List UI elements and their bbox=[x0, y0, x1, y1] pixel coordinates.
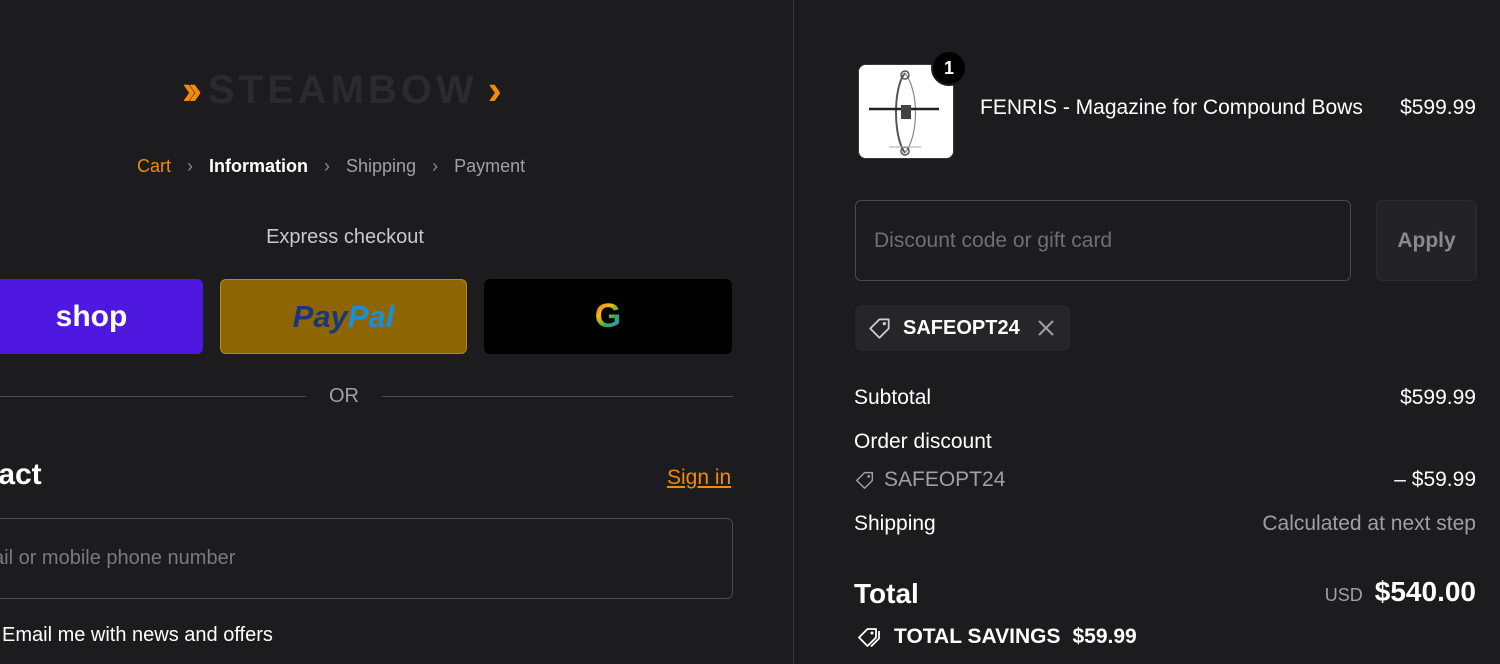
discount-code-field[interactable] bbox=[855, 200, 1351, 281]
chevron-right-icon: › bbox=[187, 156, 194, 176]
total-savings: TOTAL SAVINGS $59.99 bbox=[856, 624, 1137, 650]
apply-button[interactable]: Apply bbox=[1376, 200, 1477, 281]
order-discount-row: Order discount bbox=[854, 430, 1476, 454]
divider-line bbox=[0, 396, 306, 397]
subtotal-row: Subtotal $599.99 bbox=[854, 386, 1476, 410]
product-name: FENRIS - Magazine for Compound Bows bbox=[980, 96, 1363, 119]
sign-in-link[interactable]: Sign in bbox=[667, 466, 731, 490]
shop-pay-logo: shop bbox=[55, 299, 128, 333]
paypal-logo: PayPal bbox=[292, 298, 395, 334]
shipping-row: Shipping Calculated at next step bbox=[854, 512, 1476, 536]
currency-code: USD bbox=[1324, 585, 1363, 605]
breadcrumb: Cart › Information › Shipping › Payment bbox=[137, 156, 525, 177]
logo-wordmark: STEAMBOW bbox=[207, 68, 478, 112]
chevron-right-icon: › bbox=[432, 156, 439, 176]
shop-pay-button[interactable]: shop bbox=[0, 279, 203, 354]
chevron-right-icon: › bbox=[324, 156, 331, 176]
google-icon: G bbox=[594, 297, 622, 335]
shipping-label: Shipping bbox=[854, 512, 936, 535]
express-checkout-label: Express checkout bbox=[266, 226, 424, 248]
or-text: OR bbox=[329, 385, 359, 407]
logo-chevrons-icon: ›› bbox=[182, 66, 202, 113]
discount-code-text: SAFEOPT24 bbox=[884, 468, 1006, 491]
breadcrumb-information: Information bbox=[209, 156, 309, 176]
paypal-button[interactable]: PayPal bbox=[220, 279, 467, 354]
tags-icon bbox=[858, 628, 880, 648]
discount-code-input[interactable] bbox=[856, 201, 1350, 280]
shipping-value: Calculated at next step bbox=[1262, 512, 1476, 535]
news-offers-label[interactable]: Email me with news and offers bbox=[2, 624, 273, 647]
breadcrumb-payment: Payment bbox=[454, 156, 526, 176]
savings-label: TOTAL SAVINGS bbox=[894, 625, 1061, 648]
order-summary: 1 FENRIS - Magazine for Compound Bows $5… bbox=[794, 0, 1500, 664]
divider-line bbox=[382, 396, 733, 397]
breadcrumb-cart[interactable]: Cart bbox=[137, 156, 171, 177]
applied-discount-chip: SAFEOPT24 bbox=[855, 305, 1070, 351]
total-value: $540.00 bbox=[1374, 576, 1476, 607]
order-discount-label: Order discount bbox=[854, 430, 992, 453]
breadcrumb-shipping: Shipping bbox=[346, 156, 417, 176]
quantity-badge: 1 bbox=[931, 50, 967, 86]
total-amount: USD $540.00 bbox=[1325, 576, 1476, 608]
tag-icon bbox=[856, 471, 874, 489]
or-divider: OR bbox=[0, 384, 733, 408]
subtotal-label: Subtotal bbox=[854, 386, 932, 409]
logo-chevron-icon: › bbox=[487, 66, 502, 113]
tag-icon bbox=[869, 318, 890, 339]
google-pay-button[interactable]: G bbox=[484, 279, 732, 354]
subtotal-value: $599.99 bbox=[1400, 386, 1476, 409]
product-price: $599.99 bbox=[1400, 96, 1476, 119]
applied-code-text: SAFEOPT24 bbox=[903, 316, 1020, 339]
contact-heading: ntact bbox=[0, 458, 42, 491]
checkout-main: ›› STEAMBOW › Cart › Information › Shipp… bbox=[0, 0, 793, 664]
total-label: Total bbox=[854, 578, 919, 609]
email-input[interactable] bbox=[0, 519, 732, 598]
savings-value: $59.99 bbox=[1072, 625, 1137, 648]
email-field[interactable] bbox=[0, 518, 733, 599]
brand-logo[interactable]: ›› STEAMBOW › bbox=[182, 66, 502, 114]
discount-code-label: SAFEOPT24 bbox=[854, 468, 1005, 492]
discount-value: – $59.99 bbox=[1394, 468, 1476, 491]
discount-detail-row: SAFEOPT24 – $59.99 bbox=[854, 468, 1476, 492]
close-icon[interactable] bbox=[1036, 318, 1056, 338]
